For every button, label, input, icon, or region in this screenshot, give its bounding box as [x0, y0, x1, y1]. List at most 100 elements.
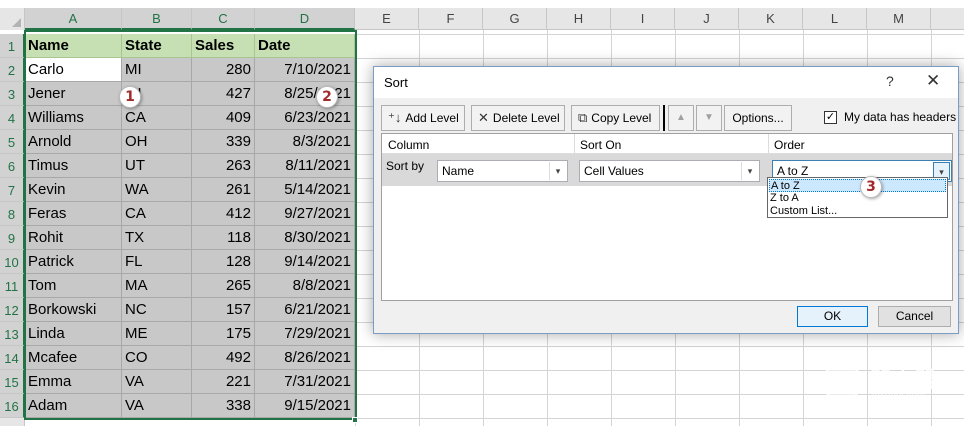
- cell[interactable]: 409: [192, 106, 255, 130]
- col-header-f[interactable]: F: [419, 8, 483, 30]
- cell[interactable]: MI: [122, 58, 192, 82]
- row-header[interactable]: 11: [0, 274, 25, 298]
- row-header[interactable]: 6: [0, 154, 25, 178]
- move-up-button[interactable]: ▲: [668, 105, 694, 131]
- cell[interactable]: OH: [122, 130, 192, 154]
- cell[interactable]: WA: [122, 178, 192, 202]
- headers-checkbox[interactable]: ✓: [824, 111, 837, 124]
- cell[interactable]: 118: [192, 226, 255, 250]
- cell[interactable]: Date: [255, 34, 355, 58]
- row-header[interactable]: [0, 418, 25, 426]
- cell[interactable]: 492: [192, 346, 255, 370]
- headers-checkbox-label[interactable]: My data has headers: [844, 110, 956, 124]
- cell[interactable]: CO: [122, 346, 192, 370]
- cell[interactable]: Carlo: [25, 58, 122, 82]
- cell[interactable]: 339: [192, 130, 255, 154]
- cell[interactable]: 128: [192, 250, 255, 274]
- cell[interactable]: Kevin: [25, 178, 122, 202]
- col-header-m[interactable]: M: [867, 8, 931, 30]
- row-header[interactable]: 13: [0, 322, 25, 346]
- col-header-e[interactable]: E: [355, 8, 419, 30]
- cell[interactable]: CA: [122, 202, 192, 226]
- cell[interactable]: ME: [122, 322, 192, 346]
- cell[interactable]: MA: [122, 274, 192, 298]
- cell[interactable]: 263: [192, 154, 255, 178]
- row-header[interactable]: 9: [0, 226, 25, 250]
- cell[interactable]: VA: [122, 370, 192, 394]
- row-header[interactable]: 16: [0, 394, 25, 418]
- cell[interactable]: 9/27/2021: [255, 202, 355, 226]
- cell[interactable]: 9/14/2021: [255, 250, 355, 274]
- cell[interactable]: Rohit: [25, 226, 122, 250]
- order-option-custom-list[interactable]: Custom List...: [769, 205, 946, 218]
- cell[interactable]: 8/11/2021: [255, 154, 355, 178]
- add-level-button[interactable]: ⁺↓ Add Level: [381, 105, 465, 131]
- cell[interactable]: 8/3/2021: [255, 130, 355, 154]
- order-option-a-to-z[interactable]: A to Z: [769, 179, 946, 192]
- cell[interactable]: Name: [25, 34, 122, 58]
- cell[interactable]: Mcafee: [25, 346, 122, 370]
- chevron-down-icon[interactable]: ▾: [549, 162, 566, 180]
- cell[interactable]: Jener: [25, 82, 122, 106]
- fill-handle[interactable]: [352, 417, 358, 423]
- cell[interactable]: 8/30/2021: [255, 226, 355, 250]
- cell[interactable]: UT: [122, 154, 192, 178]
- cell[interactable]: FL: [122, 250, 192, 274]
- cell[interactable]: 221: [192, 370, 255, 394]
- select-all-corner[interactable]: [0, 8, 25, 30]
- row-header[interactable]: 7: [0, 178, 25, 202]
- col-header-l[interactable]: L: [803, 8, 867, 30]
- cell[interactable]: 338: [192, 394, 255, 418]
- chevron-down-icon[interactable]: ▾: [741, 162, 758, 180]
- cell[interactable]: Timus: [25, 154, 122, 178]
- cell[interactable]: 412: [192, 202, 255, 226]
- col-header-h[interactable]: H: [547, 8, 611, 30]
- cell[interactable]: Emma: [25, 370, 122, 394]
- cell[interactable]: 9/15/2021: [255, 394, 355, 418]
- order-option-z-to-a[interactable]: Z to A: [769, 192, 946, 205]
- col-header-j[interactable]: J: [675, 8, 739, 30]
- cell[interactable]: Feras: [25, 202, 122, 226]
- row-header[interactable]: 8: [0, 202, 25, 226]
- row-header[interactable]: 12: [0, 298, 25, 322]
- row-header[interactable]: 5: [0, 130, 25, 154]
- close-icon[interactable]: ✕: [926, 71, 940, 91]
- cell[interactable]: Linda: [25, 322, 122, 346]
- cell[interactable]: 427: [192, 82, 255, 106]
- row-header[interactable]: 10: [0, 250, 25, 274]
- cell[interactable]: 5/14/2021: [255, 178, 355, 202]
- ok-button[interactable]: OK: [797, 306, 868, 327]
- cell[interactable]: 8/25/2021: [255, 82, 355, 106]
- cell[interactable]: 8/8/2021: [255, 274, 355, 298]
- cell[interactable]: Arnold: [25, 130, 122, 154]
- cell[interactable]: Sales: [192, 34, 255, 58]
- cell[interactable]: 265: [192, 274, 255, 298]
- options-button[interactable]: Options...: [724, 105, 792, 131]
- col-header-d[interactable]: D: [255, 8, 355, 30]
- row-header[interactable]: 4: [0, 106, 25, 130]
- cell[interactable]: Borkowski: [25, 298, 122, 322]
- cell[interactable]: 6/23/2021: [255, 106, 355, 130]
- cell[interactable]: TX: [122, 226, 192, 250]
- cancel-button[interactable]: Cancel: [878, 306, 951, 327]
- delete-level-button[interactable]: ✕ Delete Level: [471, 105, 565, 131]
- cell[interactable]: CA: [122, 106, 192, 130]
- col-header-i[interactable]: I: [611, 8, 675, 30]
- row-header[interactable]: 2: [0, 58, 25, 82]
- cell[interactable]: 261: [192, 178, 255, 202]
- col-header-b[interactable]: B: [122, 8, 192, 30]
- cell[interactable]: 6/21/2021: [255, 298, 355, 322]
- cell[interactable]: 7/10/2021: [255, 58, 355, 82]
- row-header[interactable]: 3: [0, 82, 25, 106]
- copy-level-button[interactable]: ⧉ Copy Level: [571, 105, 660, 131]
- help-icon[interactable]: ?: [886, 73, 894, 89]
- col-header-c[interactable]: C: [192, 8, 255, 30]
- cell[interactable]: VA: [122, 394, 192, 418]
- cell[interactable]: NC: [122, 298, 192, 322]
- cell[interactable]: 7/29/2021: [255, 322, 355, 346]
- row-header[interactable]: 15: [0, 370, 25, 394]
- cell[interactable]: Adam: [25, 394, 122, 418]
- col-header-a[interactable]: A: [25, 8, 122, 30]
- cell[interactable]: Tom: [25, 274, 122, 298]
- sort-on-select[interactable]: Cell Values ▾: [579, 160, 760, 182]
